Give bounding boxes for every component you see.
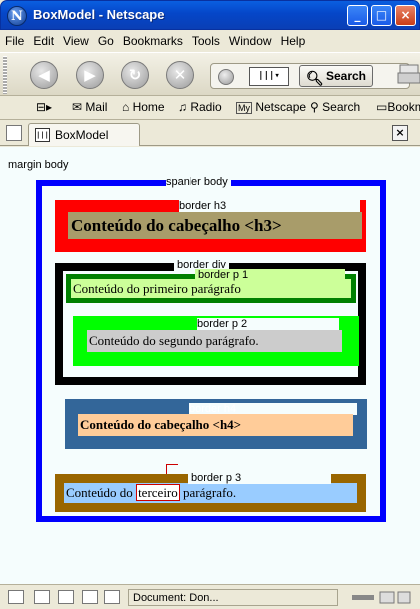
personal-item-radio[interactable]: ♫ Radio [178, 100, 222, 114]
url-bar[interactable]: |||▾ 🔍︎ Search [210, 63, 410, 89]
menu-tools[interactable]: Tools [187, 30, 224, 48]
p2-border-box: border p 2 Conteúdo do segundo parágrafo… [73, 316, 359, 366]
personal-item-label: Search [322, 100, 361, 114]
personal-item-mail[interactable]: ✉ Mail [72, 100, 107, 114]
status-text: Document: Don... [128, 589, 338, 606]
personal-toolbar: ⊟▸ ✉ Mail ⌂ Home ♫ Radio My Netscape ⚲ S… [0, 96, 420, 120]
bookmarks-icon: ▭ [376, 100, 388, 114]
border-p1-label: border p 1 [195, 269, 345, 281]
mail-status-icon[interactable] [34, 590, 50, 604]
url-dropdown-icon[interactable] [218, 69, 234, 85]
page-content: margin body border body border h3 Conteú… [0, 147, 420, 584]
security-icon[interactable] [8, 590, 24, 604]
magnifier-icon: 🔍︎ [306, 70, 324, 86]
menu-file[interactable]: File [0, 30, 28, 48]
p1-border-box: border p 1 Conteúdo do primeiro parágraf… [66, 269, 356, 303]
menu-view[interactable]: View [58, 30, 93, 48]
bookmark-menu-icon[interactable]: ⊟▸ [36, 100, 52, 114]
personal-item-label: Netscape [255, 100, 307, 114]
personal-item-netscape[interactable]: My Netscape [236, 100, 306, 114]
h3-heading: Conteúdo do cabeçalho <h3> [68, 212, 362, 239]
margin-body-label: margin body [8, 159, 69, 171]
window-title: BoxModel - Netscape [33, 7, 165, 22]
chat-icon[interactable] [82, 590, 98, 604]
body-border-box: border body border h3 Conteúdo do cabeça… [36, 176, 386, 522]
p2-text: Conteúdo do segundo parágrafo. [87, 330, 342, 352]
composer-icon[interactable] [58, 590, 74, 604]
back-button[interactable]: ◀ [30, 61, 58, 89]
p3-text-after: parágrafo. [179, 485, 237, 500]
search-button[interactable]: 🔍︎ Search [299, 65, 373, 87]
printer-icon[interactable] [396, 61, 420, 87]
radio-icon: ♫ [178, 100, 187, 114]
p1-text: Conteúdo do primeiro parágrafo [73, 281, 241, 296]
search-button-label: Search [325, 69, 366, 83]
h3-border-box: border h3 Conteúdo do cabeçalho <h3> [55, 200, 366, 252]
border-h3-label: border h3 [179, 200, 360, 212]
page-favicon-icon: ||| [35, 128, 50, 142]
stop-button[interactable]: ✕ [166, 61, 194, 89]
personal-item-label: Mail [85, 100, 108, 114]
menu-window[interactable]: Window [224, 30, 276, 48]
p3-border-box: border p 3 Conteúdo do terceiro parágraf… [55, 472, 366, 512]
reload-button[interactable]: ↻ [121, 61, 149, 89]
mail-icon: ✉ [72, 100, 83, 114]
title-bar[interactable]: N BoxModel - Netscape _ □ × [0, 0, 420, 30]
minimize-button[interactable]: _ [347, 5, 368, 26]
search-icon: ⚲ [310, 100, 319, 114]
personal-item-label: Radio [190, 100, 222, 114]
browser-window: N BoxModel - Netscape _ □ × File Edit View… [0, 0, 420, 609]
sidebar-toggle-icon[interactable] [6, 125, 22, 141]
status-bar: Document: Don... [0, 584, 420, 609]
personal-item-label: Home [132, 100, 165, 114]
p3-text-before: Conteúdo do [66, 485, 137, 500]
tab-bar: ||| BoxModel × [0, 120, 420, 146]
netscape-logo-icon[interactable]: N [7, 6, 27, 26]
personal-item-bookmarks[interactable]: ▭Bookm [376, 100, 420, 114]
navigation-toolbar: ◀ ▶ ↻ ✕ |||▾ 🔍︎ Search [0, 52, 420, 96]
span-label: span [166, 176, 190, 188]
menu-go[interactable]: Go [93, 30, 118, 48]
span-pointer-line [166, 464, 178, 465]
div-border-box: border div border p 1 Conteúdo do primei… [55, 259, 366, 385]
netscape-my-icon: My [236, 102, 252, 114]
menu-edit[interactable]: Edit [28, 30, 58, 48]
menu-help[interactable]: Help [276, 30, 310, 48]
close-button[interactable]: × [395, 5, 416, 26]
menu-bar: File Edit View Go Bookmarks Tools Window Help [0, 30, 420, 52]
p3-text: Conteúdo do terceiro parágrafo. [66, 484, 237, 501]
forward-button[interactable]: ▶ [76, 61, 104, 89]
close-tab-icon[interactable]: × [392, 125, 408, 141]
p3-span-highlight: terceiro [136, 484, 180, 501]
home-icon: ⌂ [122, 100, 130, 114]
personal-item-label: Bookm [387, 100, 420, 114]
border-p3-label: border p 3 [188, 472, 331, 484]
tab-boxmodel[interactable]: ||| BoxModel [28, 123, 140, 146]
toolbar-grip[interactable] [3, 56, 7, 94]
h4-heading: Conteúdo do cabeçalho <h4> [78, 414, 353, 436]
personal-item-search[interactable]: ⚲ Search [310, 100, 360, 114]
tab-label: BoxModel [55, 128, 109, 142]
h4-border-box: border h4 Conteúdo do cabeçalho <h4> [65, 399, 367, 449]
border-p2-label: border p 2 [197, 318, 339, 330]
connection-icon[interactable] [350, 590, 412, 605]
personal-item-home[interactable]: ⌂ Home [122, 100, 165, 114]
maximize-button[interactable]: □ [371, 5, 392, 26]
address-book-icon[interactable] [104, 590, 120, 604]
page-favicon-icon: |||▾ [249, 67, 289, 86]
menu-bookmarks[interactable]: Bookmarks [118, 30, 187, 48]
